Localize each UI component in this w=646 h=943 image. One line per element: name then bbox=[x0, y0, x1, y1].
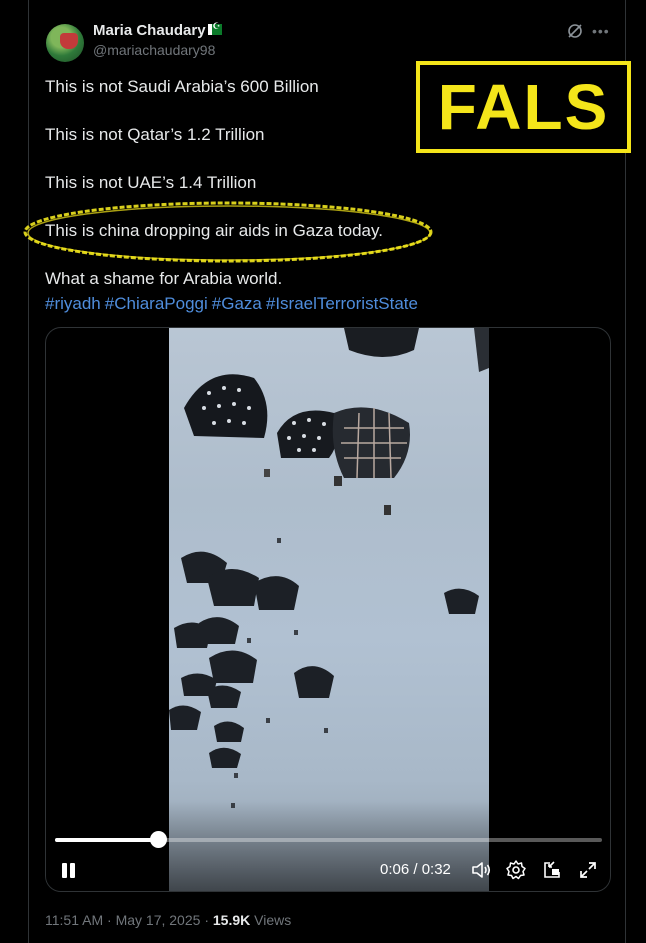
views-count: 15.9K bbox=[212, 912, 251, 928]
tweet-line-3: This is not UAE’s 1.4 Trillion bbox=[45, 173, 257, 192]
grok-icon[interactable] bbox=[566, 22, 584, 40]
video-progress-bar[interactable] bbox=[55, 838, 602, 842]
video-progress-fill bbox=[55, 838, 158, 842]
parachute-large-3 bbox=[332, 407, 410, 479]
pakistan-flag-icon bbox=[207, 21, 222, 35]
separator: · bbox=[107, 912, 112, 928]
video-progress-handle[interactable] bbox=[150, 831, 167, 848]
tweet-line-1: This is not Saudi Arabia’s 600 Billion bbox=[45, 77, 319, 96]
picture-in-picture-icon[interactable] bbox=[541, 859, 563, 881]
hashtag-row: #riyadh #ChiaraPoggi #Gaza #IsraelTerrorist… bbox=[45, 294, 422, 314]
separator: · bbox=[204, 912, 209, 928]
tweet-metadata: 11:51 AM · May 17, 2025 · 15.9K Views bbox=[45, 912, 291, 928]
author-name[interactable]: Maria Chaudary bbox=[93, 22, 206, 39]
views-label: Views bbox=[254, 912, 292, 928]
hashtag-link[interactable]: #riyadh bbox=[45, 294, 101, 313]
volume-icon[interactable] bbox=[470, 859, 492, 881]
tweet-date[interactable]: May 17, 2025 bbox=[116, 912, 201, 928]
tweet-line-5: What a shame for Arabia world. bbox=[45, 269, 283, 288]
pause-icon[interactable] bbox=[60, 861, 78, 879]
author-name-row[interactable]: Maria Chaudary bbox=[93, 21, 222, 39]
highlight-circle bbox=[23, 201, 433, 263]
parachute-large-1 bbox=[184, 374, 268, 438]
video-time: 0:06 / 0:32 bbox=[380, 861, 451, 878]
tweet-line-2: This is not Qatar’s 1.2 Trillion bbox=[45, 125, 265, 144]
fact-check-label: FALS bbox=[437, 71, 610, 143]
more-options-icon[interactable]: ••• bbox=[592, 22, 610, 40]
tweet-time[interactable]: 11:51 AM bbox=[45, 912, 103, 928]
fact-check-label-box: FALS bbox=[416, 61, 631, 153]
hashtag-link[interactable]: #ChiaraPoggi bbox=[105, 294, 208, 313]
hashtag-link[interactable]: #Gaza bbox=[212, 294, 262, 313]
parachute-large-2 bbox=[277, 410, 338, 458]
hashtag-link[interactable]: #IsraelTerroristState bbox=[266, 294, 418, 313]
fullscreen-icon[interactable] bbox=[577, 859, 599, 881]
video-player[interactable]: 0:06 / 0:32 bbox=[45, 327, 611, 892]
settings-icon[interactable] bbox=[505, 859, 527, 881]
avatar[interactable] bbox=[46, 24, 84, 62]
author-handle[interactable]: @mariachaudary98 bbox=[93, 42, 215, 58]
